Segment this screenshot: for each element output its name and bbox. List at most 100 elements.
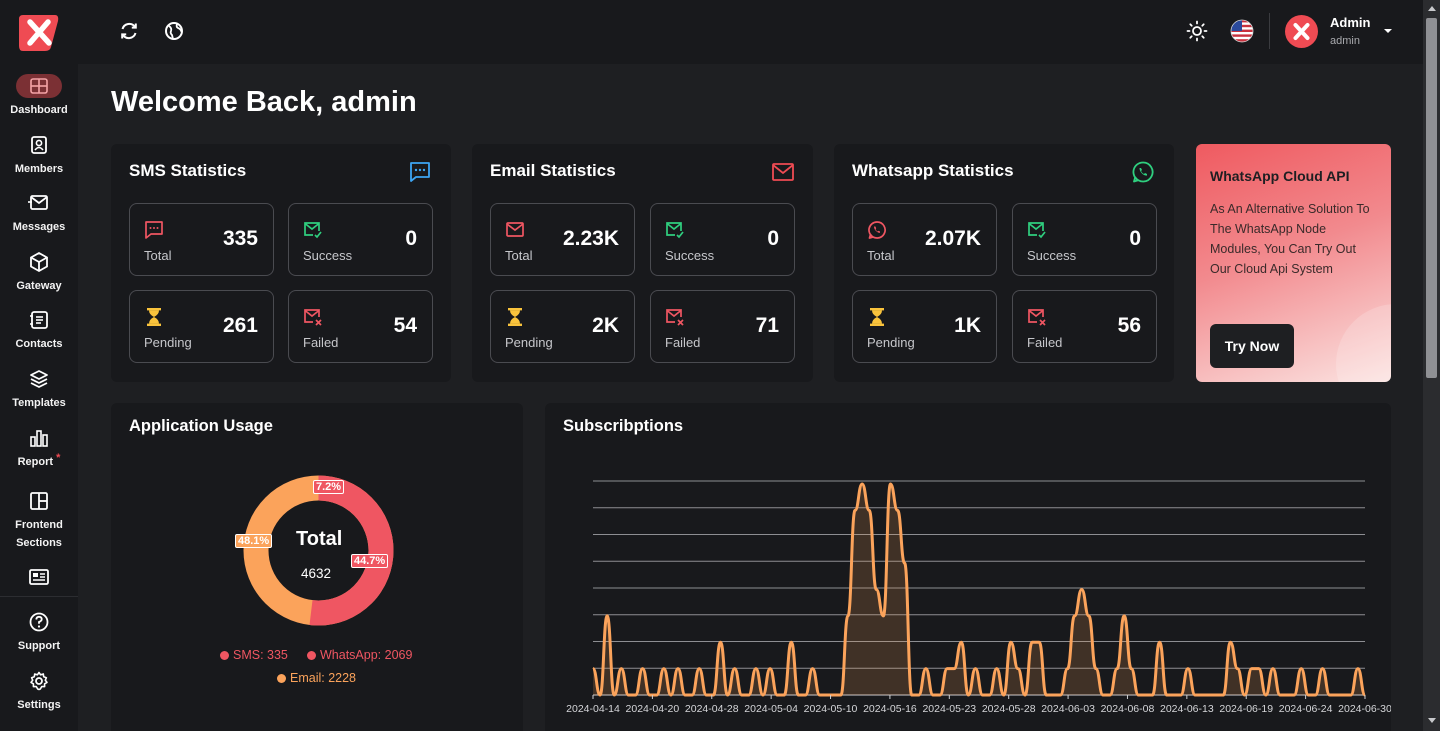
sidebar-item-messages[interactable]: Messages (0, 192, 78, 236)
chevron-down-icon[interactable] (1382, 27, 1394, 35)
chart-point (748, 694, 750, 696)
donut-total-value: 4632 (301, 566, 332, 581)
chart-point (719, 641, 721, 643)
chart-point (1329, 694, 1331, 696)
avatar[interactable] (1285, 15, 1318, 48)
chart-point (1229, 641, 1231, 643)
scroll-up-arrow[interactable] (1428, 6, 1436, 11)
sidebar-item-frontend-sections[interactable]: Frontend Sections (0, 490, 78, 552)
sidebar-item-settings[interactable]: Settings (0, 670, 78, 714)
message-dots-icon (145, 221, 163, 239)
sidebar-item-label: Gateway (16, 280, 62, 292)
refresh-icon[interactable] (118, 20, 140, 42)
chart-point (854, 509, 856, 511)
mail-x-icon (666, 309, 684, 326)
globe-icon[interactable] (163, 20, 185, 42)
tile-label: Success (1027, 248, 1077, 263)
chart-point (649, 694, 651, 696)
header-separator (1269, 13, 1270, 49)
chart-point (1116, 668, 1118, 670)
user-name[interactable]: Admin (1330, 15, 1370, 30)
chart-point (1300, 668, 1302, 670)
chart-point (1237, 668, 1239, 670)
dashboard-icon (30, 78, 48, 94)
legend-dot (277, 674, 286, 683)
newspaper-icon (29, 569, 49, 585)
tile-label: Failed (1027, 335, 1063, 350)
chart-point (663, 668, 665, 670)
layers-icon (30, 370, 48, 388)
tile-value: 2.23K (562, 227, 619, 250)
chart-point (1052, 694, 1054, 696)
chart-point (1293, 694, 1295, 696)
x-axis-tick-label: 2024-06-19 (1219, 703, 1273, 715)
sidebar-item-label: Frontend Sections (15, 519, 63, 549)
email-failed-tile: Failed 71 (650, 290, 795, 363)
tile-value: 335 (222, 227, 258, 250)
chart-point (1059, 694, 1061, 696)
sidebar-item-label: Report * (0, 452, 78, 471)
tile-value: 0 (1129, 227, 1141, 250)
scroll-thumb[interactable] (1426, 18, 1437, 378)
chart-point (996, 668, 998, 670)
chart-point (1357, 668, 1359, 670)
sidebar-item-templates[interactable]: Templates (0, 368, 78, 412)
legend-dot (220, 651, 229, 660)
tile-label: Pending (867, 335, 915, 350)
x-axis-tick-label: 2024-06-24 (1279, 703, 1333, 715)
gear-icon (30, 671, 48, 691)
sidebar-item-label: Messages (12, 221, 66, 233)
chart-point (932, 694, 934, 696)
us-flag-icon[interactable] (1230, 19, 1254, 43)
chart-point (911, 694, 913, 696)
bar-chart-icon (30, 430, 48, 447)
chart-point (755, 668, 757, 670)
sidebar-item-label: Members (14, 163, 64, 175)
try-now-button[interactable]: Try Now (1210, 324, 1294, 368)
legend-email[interactable]: Email: 2228 (277, 671, 356, 685)
chart-point (812, 668, 814, 670)
sidebar-item-support[interactable]: Support (0, 611, 78, 655)
sms-total-tile: Total 335 (129, 203, 274, 276)
mail-icon (772, 163, 794, 181)
tile-label: Pending (505, 335, 553, 350)
sidebar-item-members[interactable]: Members (0, 134, 78, 178)
legend-whatsapp[interactable]: WhatsApp: 2069 (307, 648, 412, 662)
sun-icon[interactable] (1186, 20, 1208, 42)
sidebar-item-dashboard[interactable]: Dashboard (0, 74, 78, 119)
sms-failed-tile: Failed 54 (288, 290, 433, 363)
promo-title: WhatsApp Cloud API (1210, 168, 1350, 184)
scroll-down-arrow[interactable] (1428, 718, 1436, 723)
chart-point (1307, 694, 1309, 696)
chart-point (974, 668, 976, 670)
chart-point (712, 694, 714, 696)
tile-value: 0 (767, 227, 779, 250)
hourglass-icon (147, 308, 161, 326)
chart-point (1208, 694, 1210, 696)
messages-icon (28, 195, 48, 210)
message-dots-icon (410, 162, 430, 182)
app-logo-icon[interactable] (19, 13, 59, 51)
mail-icon (506, 222, 524, 237)
chart-point (1102, 694, 1104, 696)
chart-point (1201, 694, 1203, 696)
page-scrollbar[interactable] (1423, 0, 1440, 731)
card-title: Whatsapp Statistics (852, 161, 1014, 180)
chart-point (1130, 668, 1132, 670)
chart-point (670, 694, 672, 696)
sidebar-item-report[interactable]: Report * (0, 427, 78, 471)
sidebar-item-label: Settings (17, 699, 61, 711)
sidebar: Dashboard Members Messages Gateway Conta… (0, 0, 78, 731)
sidebar-item-gateway[interactable]: Gateway (0, 251, 78, 295)
sms-success-tile: Success 0 (288, 203, 433, 276)
gateway-icon (30, 251, 48, 273)
sidebar-item-news[interactable] (0, 566, 78, 592)
tile-label: Success (303, 248, 353, 263)
legend-sms[interactable]: SMS: 335 (220, 648, 288, 662)
tile-value: 56 (1117, 314, 1141, 337)
tile-label: Total (144, 248, 172, 263)
sidebar-item-contacts[interactable]: Contacts (0, 309, 78, 353)
whatsapp-icon (1132, 161, 1154, 183)
chart-point (1109, 694, 1111, 696)
chart-point (1343, 694, 1345, 696)
